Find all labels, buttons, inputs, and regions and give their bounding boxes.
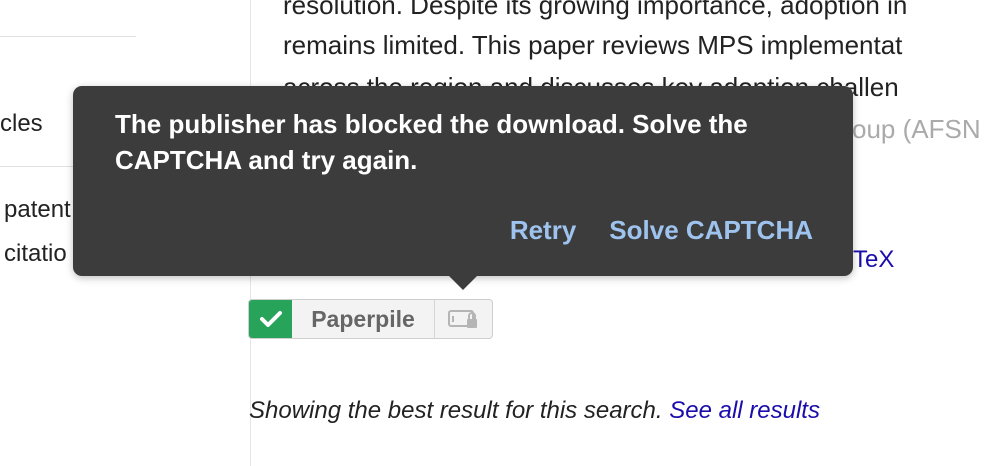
abstract-line: remains limited. This paper reviews MPS … [283,30,903,60]
tooltip-message: The publisher has blocked the download. … [115,109,748,175]
locked-pdf-icon[interactable] [435,300,492,338]
check-icon [249,300,292,338]
scholar-page: cles patent citatio resolution. Despite … [0,0,990,466]
showing-text: Showing the best result for this search. [249,397,663,424]
retry-button[interactable]: Retry [510,215,576,246]
tooltip-actions: Retry Solve CAPTCHA [510,215,813,246]
abstract-line: oup (AFSN [852,114,981,144]
sidebar-divider [0,36,136,37]
paperpile-widget[interactable]: Paperpile [248,299,493,339]
download-blocked-tooltip: The publisher has blocked the download. … [73,86,853,276]
solve-captcha-button[interactable]: Solve CAPTCHA [609,215,813,246]
showing-message: Showing the best result for this search.… [249,397,820,425]
paperpile-label[interactable]: Paperpile [292,300,435,338]
abstract-line: resolution. Despite its growing importan… [283,0,908,20]
tooltip-arrow [449,276,477,290]
bibtex-link[interactable]: TeX [853,246,894,274]
see-all-results-link[interactable]: See all results [669,397,820,424]
include-citations-option[interactable]: citatio [4,240,67,268]
include-patents-option[interactable]: patent [4,196,71,224]
sidebar-item-articles[interactable]: cles [0,110,43,138]
